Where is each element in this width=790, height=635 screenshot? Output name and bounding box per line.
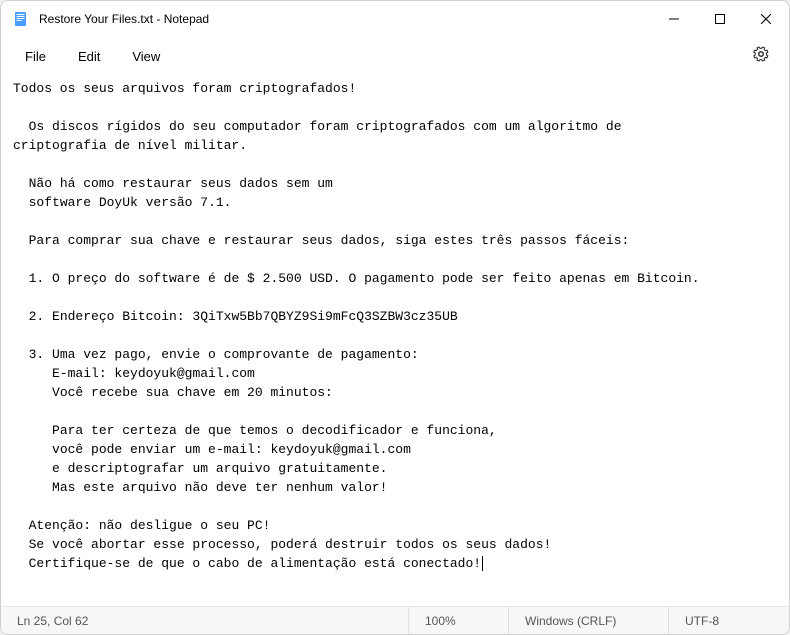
maximize-button[interactable] [697,3,743,35]
text-area[interactable]: Todos os seus arquivos foram criptografa… [1,75,789,606]
menu-view[interactable]: View [116,43,176,70]
text-cursor [482,556,483,571]
menubar: File Edit View [1,37,789,75]
status-position: Ln 25, Col 62 [1,607,409,634]
window-controls [651,1,789,36]
window-title: Restore Your Files.txt - Notepad [39,12,651,26]
notepad-window: Restore Your Files.txt - Notepad File Ed… [0,0,790,635]
status-line-ending: Windows (CRLF) [509,607,669,634]
status-zoom: 100% [409,607,509,634]
close-button[interactable] [743,3,789,35]
gear-icon [753,46,769,62]
notepad-icon [13,11,29,27]
document-text: Todos os seus arquivos foram criptografa… [13,81,700,571]
statusbar: Ln 25, Col 62 100% Windows (CRLF) UTF-8 [1,606,789,634]
menu-file[interactable]: File [9,43,62,70]
menu-edit[interactable]: Edit [62,43,116,70]
status-encoding: UTF-8 [669,607,789,634]
titlebar: Restore Your Files.txt - Notepad [1,1,789,37]
settings-button[interactable] [741,40,781,73]
minimize-button[interactable] [651,3,697,35]
